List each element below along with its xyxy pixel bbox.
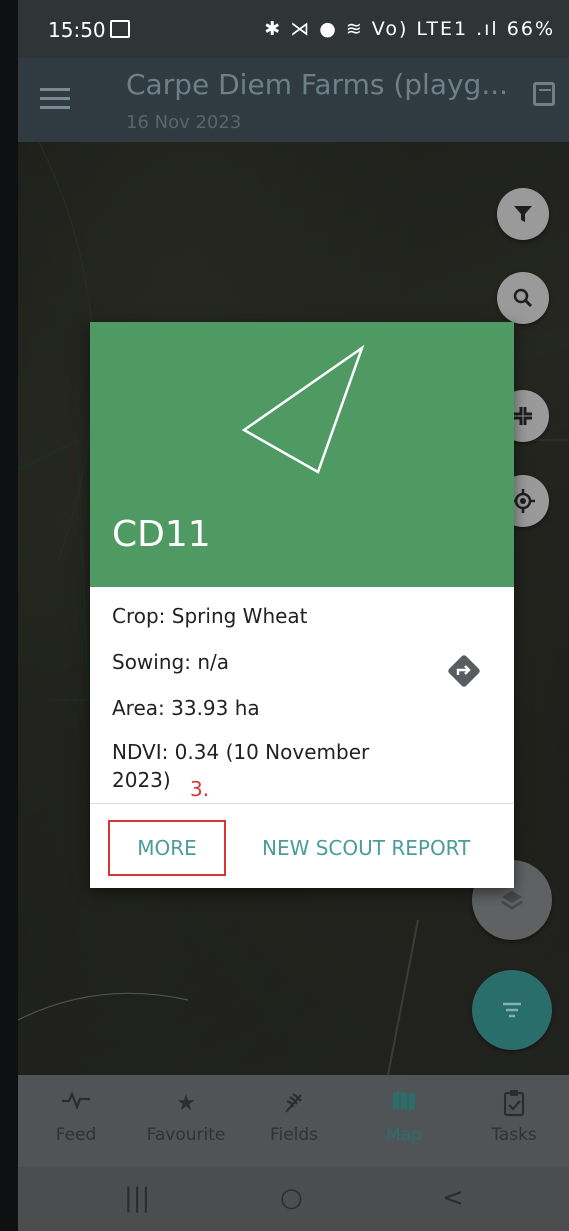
activity-icon — [26, 1089, 126, 1119]
layers-icon — [501, 891, 523, 910]
system-navigation-bar: ||| ○ < — [18, 1167, 569, 1231]
tab-map[interactable]: Map — [354, 1089, 454, 1145]
field-card-header: CD11 — [90, 322, 514, 587]
tab-favourite[interactable]: ★ Favourite — [136, 1089, 236, 1145]
tab-label: Map — [386, 1125, 422, 1145]
calendar-icon[interactable] — [533, 82, 555, 106]
bottom-navigation: Feed ★ Favourite Fields Map Tasks — [18, 1075, 569, 1167]
tab-fields[interactable]: Fields — [244, 1089, 344, 1145]
new-scout-report-button[interactable]: NEW SCOUT REPORT — [262, 820, 470, 876]
sowing-info: Sowing: n/a — [112, 650, 229, 674]
filter-button[interactable] — [497, 188, 549, 240]
search-icon — [513, 288, 533, 308]
app-screen: 15:50 ✱ ⋊ ● ≋ Vo) LTE1 .ıl 66% Carpe Die… — [0, 0, 569, 1231]
field-name: CD11 — [112, 514, 211, 555]
screen-edge — [0, 0, 18, 1231]
tab-label: Fields — [269, 1125, 319, 1145]
status-right-icons: ✱ ⋊ ● ≋ Vo) LTE1 .ıl — [264, 18, 499, 40]
battery-level: 66% — [506, 18, 555, 40]
tab-label: Tasks — [491, 1125, 537, 1145]
status-time: 15:50 — [48, 18, 106, 42]
farm-title[interactable]: Carpe Diem Farms (playg... — [126, 68, 508, 101]
field-info-card: CD11 Crop: Spring Wheat Sowing: n/a Area… — [90, 322, 514, 888]
tab-label: Favourite — [146, 1125, 226, 1145]
ndvi-info-line2: 2023) — [112, 768, 171, 792]
clipboard-check-icon — [464, 1089, 564, 1119]
map-icon — [354, 1089, 454, 1119]
search-button[interactable] — [497, 272, 549, 324]
tab-label: Feed — [55, 1125, 97, 1145]
field-shape-outline — [241, 344, 365, 474]
gallery-notification-icon — [110, 20, 130, 38]
wheat-icon — [244, 1089, 344, 1119]
status-bar: 15:50 ✱ ⋊ ● ≋ Vo) LTE1 .ıl 66% — [18, 0, 569, 58]
step-annotation: 3. — [190, 777, 210, 801]
status-icons: ✱ ⋊ ● ≋ Vo) LTE1 .ıl 66% — [264, 18, 555, 40]
more-button[interactable]: MORE — [108, 820, 226, 876]
card-divider — [90, 803, 514, 804]
home-button[interactable]: ○ — [280, 1183, 303, 1213]
star-icon: ★ — [176, 1091, 196, 1116]
back-button[interactable]: < — [442, 1183, 464, 1213]
list-filter-icon — [503, 1002, 521, 1018]
collapse-icon — [514, 407, 532, 425]
menu-icon[interactable] — [40, 88, 70, 110]
area-info: Area: 33.93 ha — [112, 696, 260, 720]
list-filter-button[interactable] — [472, 970, 552, 1050]
filter-icon — [514, 206, 532, 222]
crop-info: Crop: Spring Wheat — [112, 604, 308, 628]
directions-icon[interactable] — [445, 652, 483, 690]
ndvi-info-line1: NDVI: 0.34 (10 November — [112, 740, 370, 764]
tab-tasks[interactable]: Tasks — [464, 1089, 564, 1145]
recent-apps-button[interactable]: ||| — [124, 1183, 150, 1213]
selected-date: 16 Nov 2023 — [126, 112, 242, 133]
app-bar: Carpe Diem Farms (playg... 16 Nov 2023 — [18, 58, 569, 142]
tab-feed[interactable]: Feed — [26, 1089, 126, 1145]
